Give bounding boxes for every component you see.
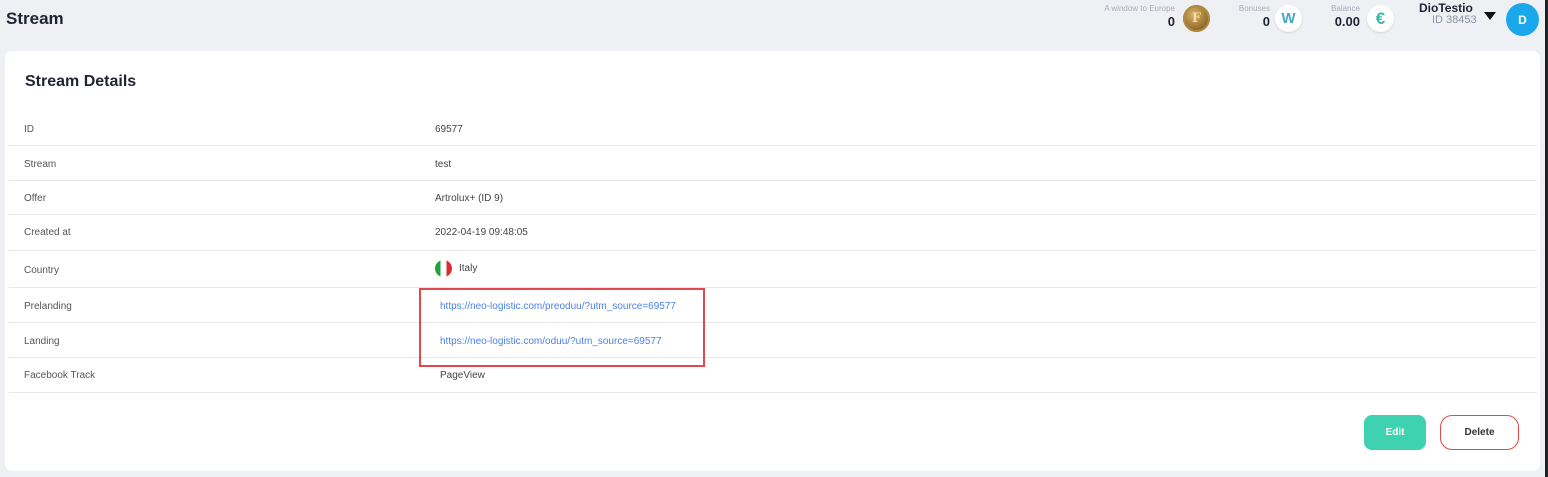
country-name: Italy xyxy=(459,263,478,275)
stat-value: 0 xyxy=(1167,14,1175,29)
row-label: Stream xyxy=(24,159,57,170)
highlight-box xyxy=(419,288,705,367)
edit-button[interactable]: Edit xyxy=(1364,415,1426,450)
detail-row-offer: Offer Artrolux+ (ID 9) xyxy=(9,181,1537,215)
detail-row-landing: Landing https://neo-logistic.com/oduu/?u… xyxy=(9,323,1537,358)
card-title: Stream Details xyxy=(25,73,137,90)
detail-row-prelanding: Prelanding https://neo-logistic.com/preo… xyxy=(9,288,1537,323)
row-value: Artrolux+ (ID 9) xyxy=(435,193,504,204)
chevron-down-icon[interactable] xyxy=(1484,12,1496,20)
row-label: Facebook Track xyxy=(24,370,96,381)
detail-row-stream: Stream test xyxy=(9,146,1537,181)
coin-icon: F xyxy=(1183,5,1210,32)
balance-stat: Balance 0.00 xyxy=(1331,4,1360,30)
stream-details-card: Stream Details ID 69577 Stream test Offe… xyxy=(5,51,1540,471)
row-value: Italy xyxy=(435,260,477,277)
row-label: ID xyxy=(24,124,34,135)
italy-flag-icon xyxy=(435,260,452,277)
user-name[interactable]: DioTestio xyxy=(1419,1,1473,15)
avatar[interactable]: D xyxy=(1506,3,1539,36)
row-value: 2022-04-19 09:48:05 xyxy=(435,227,528,238)
detail-row-id: ID 69577 xyxy=(9,111,1537,146)
stat-value: 0 xyxy=(1262,14,1270,29)
row-value: PageView xyxy=(440,370,485,381)
row-value: test xyxy=(435,159,452,170)
detail-row-country: Country Italy xyxy=(9,251,1537,288)
detail-row-facebook-track: Facebook Track PageView xyxy=(9,358,1537,393)
delete-button[interactable]: Delete xyxy=(1440,415,1519,450)
page-title: Stream xyxy=(6,9,64,28)
w-icon: W xyxy=(1275,5,1302,32)
row-label: Landing xyxy=(24,336,60,347)
row-label: Created at xyxy=(24,227,71,238)
euro-icon: € xyxy=(1367,5,1394,32)
window-to-europe-stat: A window to Europe 0 xyxy=(1104,4,1175,30)
row-label: Country xyxy=(24,265,60,276)
stat-label: Bonuses xyxy=(1238,4,1270,13)
stat-value: 0.00 xyxy=(1334,14,1360,29)
row-label: Prelanding xyxy=(24,301,72,312)
bonuses-stat: Bonuses 0 xyxy=(1239,4,1270,30)
row-value: 69577 xyxy=(435,124,463,135)
top-bar: Stream A window to Europe 0 F Bonuses 0 … xyxy=(0,0,1548,40)
detail-row-created-at: Created at 2022-04-19 09:48:05 xyxy=(9,215,1537,251)
user-id: ID 38453 xyxy=(1432,14,1477,26)
stat-label: Balance xyxy=(1331,4,1360,13)
row-label: Offer xyxy=(24,193,47,204)
stat-label: A window to Europe xyxy=(1104,4,1175,13)
